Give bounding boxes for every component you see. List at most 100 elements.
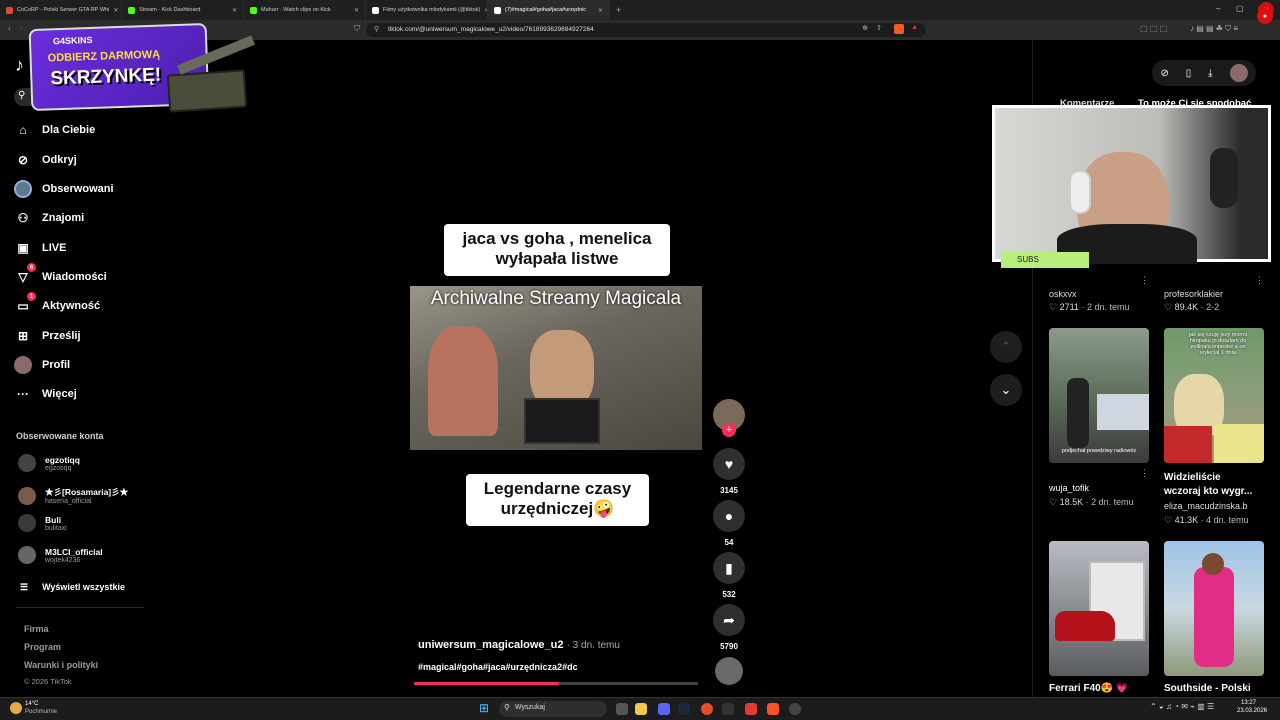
- nav-odkryj[interactable]: ⊘ Odkryj: [14, 151, 77, 169]
- friends-icon: ⚇: [17, 211, 29, 225]
- comment-button[interactable]: ● 54: [713, 500, 745, 547]
- browser-tab[interactable]: Stream - Kick Dashboard ✕: [122, 0, 244, 20]
- scroll-up-button[interactable]: ⌃: [990, 331, 1022, 363]
- like-button[interactable]: ♥ 3145: [713, 448, 745, 495]
- browser-tab-active[interactable]: (7)#magical#goha#jaca#urzędnic ✕: [488, 0, 610, 20]
- follow-plus-icon[interactable]: +: [722, 423, 736, 437]
- reco-author[interactable]: wuja_tofik: [1049, 483, 1089, 493]
- nav-live[interactable]: ▣ LIVE: [14, 239, 66, 257]
- steam-icon[interactable]: [678, 703, 690, 715]
- site-info-icon[interactable]: ⚲: [374, 25, 379, 33]
- share-icon[interactable]: ⇧: [876, 24, 882, 32]
- show-all-label: Wyświetl wszystkie: [42, 582, 125, 592]
- back-icon[interactable]: ‹: [8, 23, 11, 33]
- video-progress-bar[interactable]: [414, 682, 698, 685]
- app-icon[interactable]: [701, 703, 713, 715]
- reco-author[interactable]: eliza_macudzinska.b: [1164, 501, 1248, 511]
- reco-stats: ♡ 89.4K · 2-2: [1164, 302, 1219, 313]
- taskbar-search[interactable]: ⚲ Wyszukaj: [499, 701, 607, 717]
- brave-shield-icon[interactable]: [894, 24, 904, 34]
- media-icon[interactable]: ♪ ▤ ▤ ☘ ⛉ ≡: [1190, 24, 1238, 34]
- zoom-icon[interactable]: ⊕: [862, 24, 868, 32]
- browser-tab[interactable]: Maharr - Watch clips on Kick ✕: [244, 0, 366, 20]
- more-options-icon[interactable]: ⋮: [1140, 275, 1149, 286]
- reco-thumbnail[interactable]: [1049, 541, 1149, 676]
- tray-icons[interactable]: ⌃ ◒ ♫ ◔ ✉ ⌁ ▥ ☰: [1150, 702, 1214, 711]
- device-icon[interactable]: ▯: [1186, 68, 1192, 79]
- nav-profil[interactable]: Profil: [14, 356, 70, 374]
- close-icon[interactable]: ✕: [113, 7, 118, 14]
- windows-start-icon[interactable]: ⊞: [479, 701, 489, 715]
- clip-title: Archiwalne Streamy Magicala: [430, 288, 682, 309]
- browser-tab[interactable]: Filmy użytkownika mlodykamil (@tiktok)✕: [366, 0, 488, 20]
- creator-avatar-button[interactable]: +: [713, 399, 745, 437]
- close-icon[interactable]: ✕: [354, 7, 359, 14]
- video-hashtags[interactable]: #magical#goha#jaca#urzędnicza2#dc: [418, 662, 578, 672]
- maximize-icon[interactable]: ▢: [1236, 4, 1244, 13]
- account-name: egzotiqq: [45, 454, 80, 465]
- reco-title[interactable]: Southside - Polski: [1164, 683, 1251, 694]
- nav-wiadomosci[interactable]: ▽ 6 Wiadomości: [14, 263, 107, 286]
- reco-thumbnail[interactable]: jak się czuję jezy mormi hiropaku jo dos…: [1164, 328, 1264, 463]
- messages-icon: ▽ 6: [14, 263, 36, 286]
- app-icon[interactable]: [745, 703, 757, 715]
- tiktok-logo-icon[interactable]: ♪: [15, 55, 24, 76]
- weather-icon[interactable]: [10, 702, 22, 714]
- reco-thumbnail[interactable]: podjechał prawdziwy radiowóz: [1049, 328, 1149, 463]
- reco-title[interactable]: Ferrari F40😍 💗: [1049, 683, 1128, 694]
- extensions-icon[interactable]: ⬚ ⬚ ⬚: [1140, 24, 1167, 33]
- brave-browser-icon[interactable]: [767, 703, 779, 715]
- reco-thumbnail[interactable]: [1164, 541, 1264, 676]
- account-name: Buli: [45, 514, 62, 525]
- more-options-icon[interactable]: ⋮: [1140, 468, 1149, 479]
- footer-link[interactable]: Program: [24, 642, 61, 652]
- nav-aktywnosc[interactable]: ▭ 1 Aktywność: [14, 292, 100, 315]
- reco-title[interactable]: Widzieliście wczoraj kto wygr...: [1164, 471, 1252, 499]
- download-icon[interactable]: ⤓: [1208, 68, 1212, 79]
- video-progress-fill: [414, 682, 559, 685]
- video-author[interactable]: uniwersum_magicalowe_u2: [418, 639, 564, 651]
- more-options-icon[interactable]: ⋮: [1255, 275, 1264, 286]
- file-explorer-icon[interactable]: [635, 703, 647, 715]
- close-icon[interactable]: ✕: [232, 7, 237, 14]
- nav-znajomi[interactable]: ⚇ Znajomi: [14, 209, 85, 227]
- url-field[interactable]: ⚲ tiktok.com/@uniwersum_magicalowe_u2/vi…: [366, 23, 926, 37]
- minimize-icon[interactable]: –: [1216, 4, 1220, 13]
- avatar[interactable]: [1229, 64, 1248, 82]
- video-clip-frame[interactable]: Archiwalne Streamy Magicala: [410, 286, 702, 450]
- music-disc-button[interactable]: [713, 657, 745, 685]
- task-view-icon[interactable]: [616, 703, 628, 715]
- discord-icon[interactable]: [658, 703, 670, 715]
- followed-account[interactable]: M3LCI_official wojtek4236: [18, 546, 103, 564]
- save-count: 532: [722, 590, 736, 599]
- close-icon[interactable]: ✕: [598, 7, 603, 14]
- app-icon[interactable]: [722, 703, 734, 715]
- new-tab-icon[interactable]: +: [616, 5, 621, 15]
- followed-account[interactable]: ★彡[Rosamaria]彡★ hasena_official: [18, 486, 128, 505]
- rewards-icon[interactable]: ▲: [911, 24, 918, 31]
- nav-wiecej[interactable]: ··· Więcej: [14, 385, 77, 403]
- bookmark-icon[interactable]: ⛉: [354, 24, 360, 34]
- reco-author[interactable]: profesorklakier: [1164, 289, 1223, 299]
- footer-link[interactable]: Firma: [24, 624, 49, 634]
- followed-account[interactable]: Buli bulitaxi: [18, 514, 67, 532]
- footer-link[interactable]: Warunki i polityki: [24, 660, 98, 670]
- compass-icon[interactable]: ⊘: [1160, 68, 1168, 79]
- nav-obserwowani[interactable]: Obserwowani: [14, 180, 114, 198]
- share-arrow-icon: ➦: [713, 604, 745, 636]
- save-button[interactable]: ▮ 532: [713, 552, 745, 599]
- share-button[interactable]: ➦ 5790: [713, 604, 745, 651]
- reco-age: · 4 dn. temu: [1200, 515, 1249, 525]
- obs-icon[interactable]: [789, 703, 801, 715]
- heart-outline-icon: ♡: [1164, 302, 1175, 312]
- reco-author[interactable]: oskxvx: [1049, 289, 1077, 299]
- followed-account[interactable]: egzotiqq egzotiqq: [18, 454, 80, 472]
- nav-dla-ciebie[interactable]: ⌂ Dla Ciebie: [14, 121, 95, 139]
- browser-tab[interactable]: CoCoRP - Polski Serwer GTA RP Whi ✕: [0, 0, 122, 20]
- forward-icon[interactable]: ›: [20, 23, 23, 33]
- nav-przeslij[interactable]: ⊞ Prześlij: [14, 327, 81, 345]
- reco-age: · 2 dn. temu: [1081, 302, 1130, 312]
- show-all-link[interactable]: ☰ Wyświetl wszystkie: [20, 582, 125, 593]
- kick-favicon-icon: [128, 6, 135, 14]
- scroll-down-button[interactable]: ⌄: [990, 374, 1022, 406]
